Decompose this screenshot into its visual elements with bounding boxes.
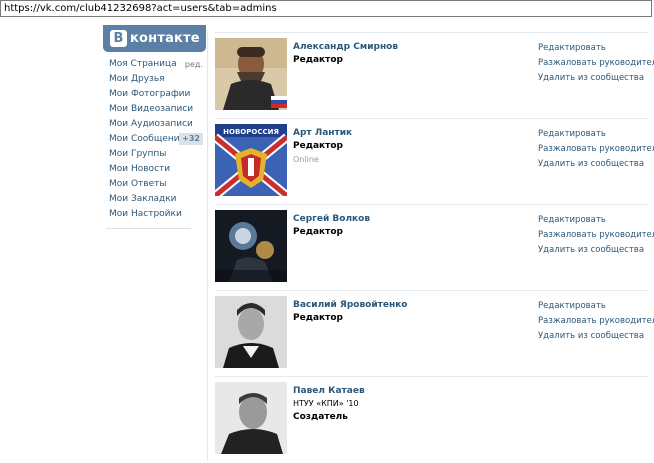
member-card: Александр Смирнов Редактор Редактировать… — [215, 33, 654, 119]
member-avatar[interactable] — [215, 382, 287, 454]
menu-item-label: Мои Настройки — [109, 209, 182, 219]
member-role: Редактор — [293, 227, 343, 237]
menu-item-label: Мои Группы — [109, 149, 167, 159]
menu-item-label: Мои Фотографии — [109, 89, 191, 99]
edit-link[interactable]: ред. — [185, 57, 203, 72]
edit-link[interactable]: Редактировать — [538, 299, 654, 314]
member-card: Павел Катаев НТУУ «КПИ» '10 Создатель — [215, 377, 648, 463]
avatar-caption: НОВОРОССИЯ — [223, 128, 279, 136]
edit-link[interactable]: Редактировать — [538, 41, 654, 56]
member-avatar[interactable]: НОВОРОССИЯ — [215, 124, 287, 196]
member-role: Создатель — [293, 412, 348, 422]
menu-divider — [106, 228, 191, 229]
member-avatar[interactable] — [215, 296, 287, 368]
menu-item-label: Мои Закладки — [109, 194, 177, 204]
messages-count-badge: +32 — [179, 133, 203, 145]
menu-item-answers[interactable]: Мои Ответы — [109, 177, 203, 192]
edit-link[interactable]: Редактировать — [538, 127, 654, 142]
demote-link[interactable]: Разжаловать руководителя — [538, 314, 654, 329]
menu-item-messages[interactable]: Мои Сообщения +32 — [109, 132, 203, 147]
member-role: Редактор — [293, 55, 343, 65]
member-avatar[interactable] — [215, 210, 287, 282]
member-name-link[interactable]: Василий Яровойтенко — [293, 300, 407, 310]
menu-item-settings[interactable]: Мои Настройки — [109, 207, 203, 222]
member-education: НТУУ «КПИ» '10 — [293, 399, 359, 408]
menu-item-groups[interactable]: Мои Группы — [109, 147, 203, 162]
menu-item-friends[interactable]: Мои Друзья — [109, 72, 203, 87]
left-menu: Моя Страница ред. Мои Друзья Мои Фотогра… — [109, 57, 203, 222]
member-name-link[interactable]: Сергей Волков — [293, 214, 370, 224]
menu-item-label: Мои Ответы — [109, 179, 167, 189]
menu-item-photos[interactable]: Мои Фотографии — [109, 87, 203, 102]
remove-link[interactable]: Удалить из сообщества — [538, 243, 654, 258]
member-card: НОВОРОССИЯ Арт Лантик Редактор Online Ре… — [215, 119, 654, 205]
menu-item-label: Мои Видеозаписи — [109, 104, 194, 114]
demote-link[interactable]: Разжаловать руководителя — [538, 56, 654, 71]
member-card: Василий Яровойтенко Редактор Редактирова… — [215, 291, 654, 377]
demote-link[interactable]: Разжаловать руководителя — [538, 142, 654, 157]
menu-item-label: Мои Аудиозаписи — [109, 119, 193, 129]
vk-logo-mark: В — [110, 30, 127, 47]
member-role: Редактор — [293, 141, 343, 151]
remove-link[interactable]: Удалить из сообщества — [538, 71, 654, 86]
menu-item-news[interactable]: Мои Новости — [109, 162, 203, 177]
edit-link[interactable]: Редактировать — [538, 213, 654, 228]
menu-item-label: Мои Новости — [109, 164, 171, 174]
remove-link[interactable]: Удалить из сообщества — [538, 157, 654, 172]
vk-logo-text: контакте — [130, 31, 200, 46]
menu-item-bookmarks[interactable]: Мои Закладки — [109, 192, 203, 207]
member-card: Сергей Волков Редактор Редактировать Раз… — [215, 205, 654, 291]
menu-item-label: Мои Друзья — [109, 74, 165, 84]
menu-item-my-page[interactable]: Моя Страница ред. — [109, 57, 203, 72]
menu-item-videos[interactable]: Мои Видеозаписи — [109, 102, 203, 117]
menu-item-label: Моя Страница — [109, 59, 177, 69]
member-name-link[interactable]: Арт Лантик — [293, 128, 352, 138]
vk-logo[interactable]: В контакте — [103, 25, 206, 52]
url-text: https://vk.com/club41232698?act=users&ta… — [4, 3, 277, 14]
member-name-link[interactable]: Александр Смирнов — [293, 42, 398, 52]
online-status: Online — [293, 155, 319, 164]
content-divider — [207, 30, 208, 460]
remove-link[interactable]: Удалить из сообщества — [538, 329, 654, 344]
address-bar[interactable]: https://vk.com/club41232698?act=users&ta… — [0, 0, 652, 17]
member-avatar[interactable] — [215, 38, 287, 110]
member-role: Редактор — [293, 313, 343, 323]
demote-link[interactable]: Разжаловать руководителя — [538, 228, 654, 243]
menu-item-audio[interactable]: Мои Аудиозаписи — [109, 117, 203, 132]
menu-item-label: Мои Сообщения — [109, 134, 185, 144]
member-name-link[interactable]: Павел Катаев — [293, 386, 365, 396]
